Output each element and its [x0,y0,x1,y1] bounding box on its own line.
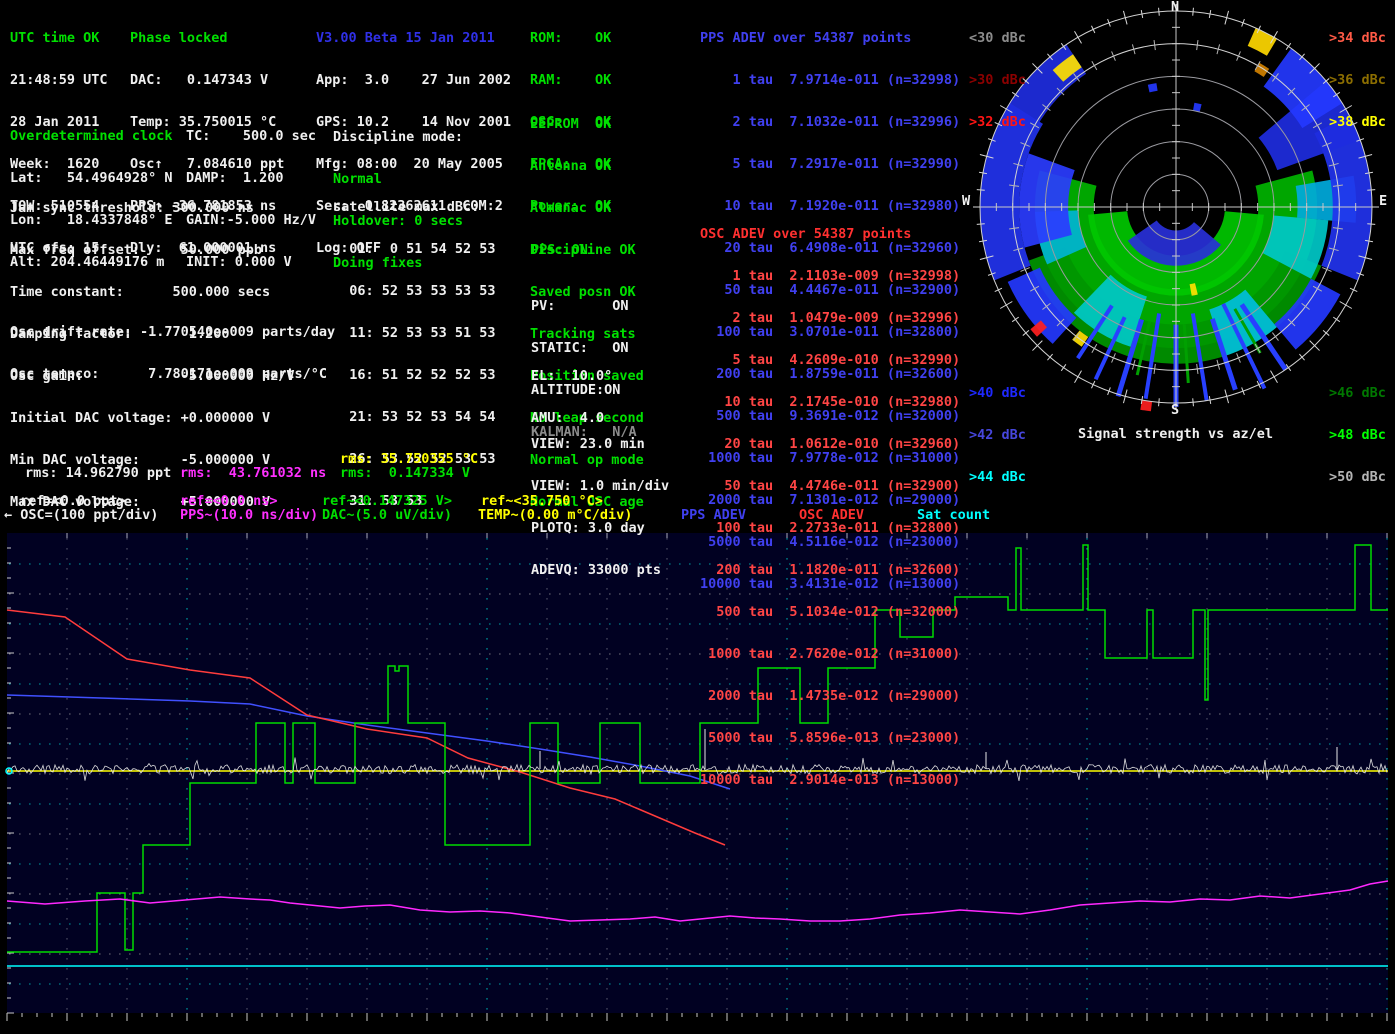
clock-mode-title: Overdetermined clock [10,129,173,143]
adev-row: 1000 tau 2.7620e-012 (n=31000) [700,647,960,661]
view-span: VIEW: 23.0 min [531,437,669,451]
trace-label-osc-adev: OSC ADEV [799,508,864,522]
ref-temp: ref~<35.750 °C> [481,494,603,508]
elevation-mask: EL: 10.0° [531,369,612,383]
adev-row: 1 tau 2.1103e-009 (n=32998) [700,269,960,283]
scale-osc: ← OSC=(100 ppt/div) [4,508,158,522]
rms-pps: rms: 43.761032 ns [180,466,326,480]
utc-time-status: UTC time OK [10,31,108,45]
adev-row: 10000 tau 2.9014e-013 (n=13000) [700,773,960,787]
utc-time: 21:48:59 UTC [10,73,108,87]
scale-dac: DAC~(5.0 uV/div) [322,508,452,522]
eeprom-status: EEPROM OK [530,117,644,131]
ram-status: RAM: OK [530,73,611,87]
max-freq-offset: Max freq offset: 50.000 ppb [10,243,294,257]
dbc-legend-se: >46 dBc >48 dBc >50 dBc [1329,358,1386,512]
jam-sync-threshold: Jam sync threshold: 300.000 ns [10,201,294,215]
osc-drift-rate: Osc drift rate: -1.770540e-009 parts/day [10,325,335,339]
ref-osc: ref=<0.0 ppt> [20,494,126,508]
trace-label-sat-count: Sat count [917,508,990,522]
signal-strength-polar-chart [973,4,1379,411]
adev-row: 200 tau 1.1820e-011 (n=32600) [700,563,960,577]
rms-temp: rms: 35.750355 °C [340,452,478,466]
legend-item: >34 dBc [1329,31,1386,45]
antenna-status: Antenna OK [530,159,644,173]
program-version: V3.00 Beta 15 Jan 2011 [316,31,511,45]
adev-row: 100 tau 2.2733e-011 (n=32800) [700,521,960,535]
legend-item: >32 dBc [969,115,1026,129]
adev-row: 20 tau 1.0612e-010 (n=32960) [700,437,960,451]
scale-temp: TEMP~(0.00 m°C/div) [478,508,632,522]
osc-adev-title: OSC ADEV over 54387 points [700,227,960,241]
sat-row: 06: 52 53 53 53 53 [333,284,496,298]
legend-item: >38 dBc [1329,115,1386,129]
adev-row: 5000 tau 5.8596e-013 (n=23000) [700,731,960,745]
adev-row: 2 tau 7.1032e-011 (n=32996) [700,115,960,129]
sat-row: 21: 53 52 53 54 54 [333,410,496,424]
legend-item: <30 dBc [969,31,1026,45]
legend-item: >50 dBc [1329,470,1386,484]
adev-queue: ADEVQ: 33000 pts [531,563,669,577]
legend-item: >36 dBc [1329,73,1386,87]
rms-osc: rms: 14.962790 ppt [25,466,171,480]
plot-queue: PLOTQ: 3.0 day [531,521,669,535]
legend-item: >30 dBc [969,73,1026,87]
ref-pps: ref=<0.0 ns> [180,494,278,508]
almanac-status: Almanac OK [530,201,644,215]
initial-dac-voltage: Initial DAC voltage: +0.000000 V [10,411,294,425]
adev-row: 5 tau 4.2609e-010 (n=32990) [700,353,960,367]
discipline-mode-label: Discipline mode: [333,130,463,144]
scale-pps: PPS~(10.0 ns/div) [180,508,318,522]
compass-west-label: W [962,194,970,208]
sat-row: 11: 52 53 53 51 53 [333,326,496,340]
sat-row: 16: 51 52 52 52 53 [333,368,496,382]
adev-row: 2000 tau 1.4735e-012 (n=29000) [700,689,960,703]
pps-adev-title: PPS ADEV over 54387 points [700,31,960,45]
adev-row: 2 tau 1.0479e-009 (n=32996) [700,311,960,325]
legend-item: >44 dBc [969,470,1026,484]
adev-row: 50 tau 4.4746e-011 (n=32900) [700,479,960,493]
view-per-div: VIEW: 1.0 min/div [531,479,669,493]
ref-dac: ref~<0.147325 V> [322,494,452,508]
sat-table-title: satellite max dBc: [333,200,496,214]
legend-item: >40 dBc [969,386,1026,400]
dbc-legend-nw: <30 dBc >30 dBc >32 dBc [969,3,1026,157]
trace-label-pps-adev: PPS ADEV [681,508,746,522]
legend-item: >48 dBc [1329,428,1386,442]
rom-status: ROM: OK [530,31,611,45]
satellite-dbc-table: satellite max dBc: 01: 0 51 54 52 53 06:… [333,172,496,536]
dbc-legend-ne: >34 dBc >36 dBc >38 dBc [1329,3,1386,157]
pps-state: PPS: ON [531,243,588,257]
dbc-legend-sw: >40 dBc >42 dBc >44 dBc [969,358,1026,512]
drift-panel: Osc drift rate: -1.770540e-009 parts/day… [10,297,335,409]
adev-row: 500 tau 5.1034e-012 (n=32000) [700,605,960,619]
compass-north-label: N [1171,0,1179,14]
polar-chart-caption: Signal strength vs az/el [1078,427,1273,441]
adev-row: 10 tau 2.1745e-010 (n=32980) [700,395,960,409]
legend-item: >46 dBc [1329,386,1386,400]
app-version: App: 3.0 27 Jun 2002 [316,73,511,87]
compass-south-label: S [1171,403,1179,417]
pv-flag: PV: ON [531,299,637,313]
dac-value: DAC: 0.147343 V [130,73,284,87]
osc-tempco: Osc tempco: 7.780171e-009 parts/°C [10,367,335,381]
legend-item: >42 dBc [969,428,1026,442]
compass-east-label: E [1379,194,1387,208]
sat-row: 01: 0 51 54 52 53 [333,242,496,256]
phase-status: Phase locked [130,31,284,45]
adev-row: 1 tau 7.9714e-011 (n=32998) [700,73,960,87]
lady-heather-screen: UTC time OK 21:48:59 UTC 28 Jan 2011 Wee… [0,0,1395,1034]
tc-setting: TC: 500.0 sec [186,129,316,143]
strip-chart-plot-area[interactable] [6,533,1388,1021]
rms-dac: rms: 0.147334 V [340,466,470,480]
adev-row: 5 tau 7.2917e-011 (n=32990) [700,157,960,171]
